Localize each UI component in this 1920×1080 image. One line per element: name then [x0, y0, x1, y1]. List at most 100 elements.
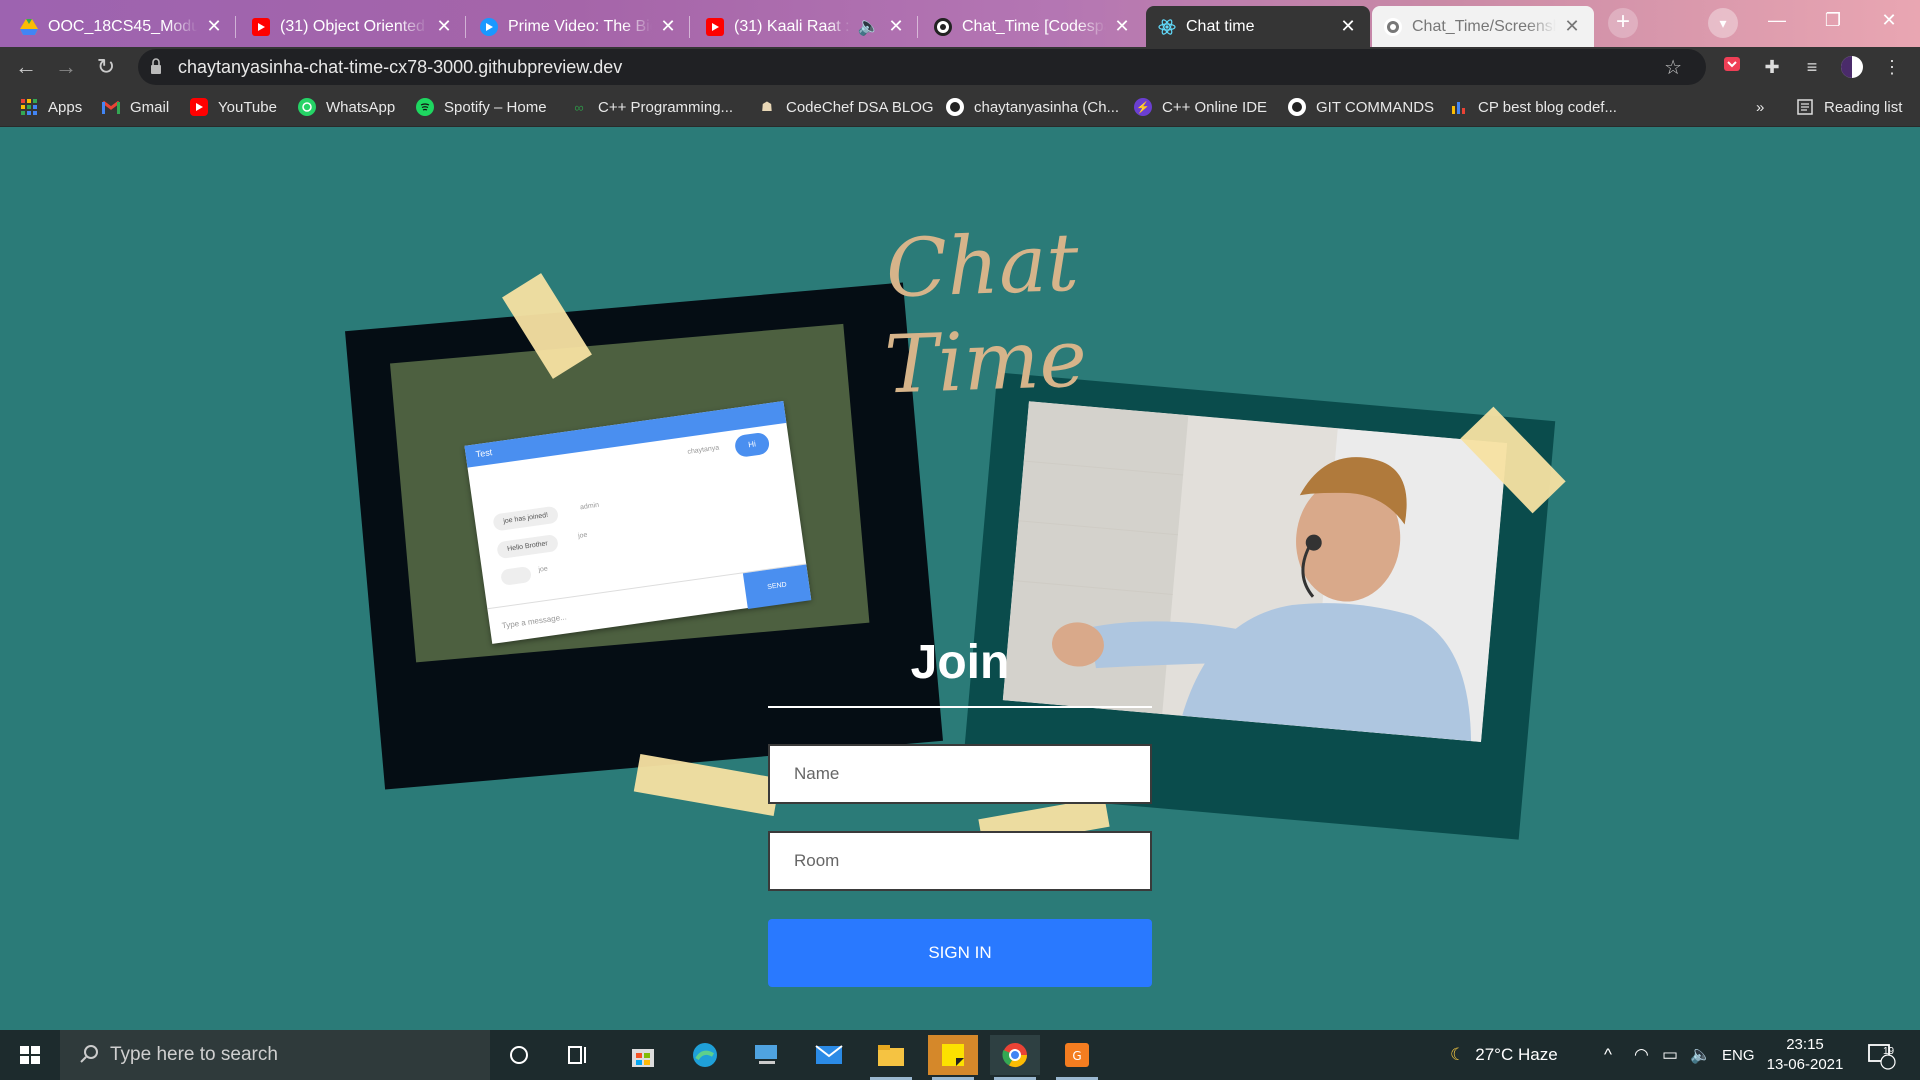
- more-bookmarks-chevron-icon[interactable]: »: [1756, 95, 1764, 119]
- close-icon[interactable]: ✕: [204, 16, 224, 37]
- preview-mat: Test chaytanya Hi joe has joined! admin …: [389, 323, 870, 663]
- chrome-icon[interactable]: [990, 1035, 1040, 1080]
- bookmark-label: C++ Online IDE: [1162, 98, 1268, 116]
- tab-search-icon[interactable]: ▾: [1708, 8, 1738, 38]
- bookmark-label: Spotify – Home: [444, 98, 547, 116]
- name-input[interactable]: [768, 744, 1152, 804]
- bookmark-label: GIT COMMANDS: [1316, 98, 1435, 116]
- notifications-icon[interactable]: 19: [1866, 1030, 1896, 1080]
- bookmark-chaytanyasinha[interactable]: chaytanyasinha (Ch...: [946, 95, 1119, 119]
- close-icon[interactable]: ✕: [434, 16, 454, 37]
- edge-icon[interactable]: [680, 1035, 730, 1075]
- menu-kebab-icon[interactable]: ⋮: [1880, 55, 1904, 79]
- tab-title: Chat_Time/Screensho: [1412, 17, 1556, 35]
- bookmark-whatsapp[interactable]: WhatsApp: [298, 95, 395, 119]
- preview-msg-sender: joe: [537, 565, 549, 574]
- preview-msg-sender: joe: [577, 531, 588, 540]
- back-arrow-icon[interactable]: ←: [10, 51, 42, 83]
- apps-grid-icon: [20, 98, 38, 116]
- restore-icon[interactable]: ❐: [1810, 4, 1856, 36]
- bookmark-star-icon[interactable]: ☆: [1664, 55, 1682, 80]
- bookmark-spotify[interactable]: Spotify – Home: [416, 95, 547, 119]
- minimize-icon[interactable]: —: [1754, 4, 1800, 36]
- github-icon: [1384, 17, 1402, 36]
- network-icon[interactable]: ◠: [1634, 1030, 1649, 1080]
- tab-prime-video[interactable]: Prime Video: The Big I ✕: [468, 6, 690, 47]
- bookmark-youtube[interactable]: YouTube: [190, 95, 277, 119]
- lock-icon[interactable]: [150, 58, 162, 74]
- close-icon[interactable]: ✕: [1338, 16, 1358, 37]
- speaker-icon[interactable]: 🔈: [858, 16, 880, 37]
- volume-icon[interactable]: 🔈: [1690, 1030, 1711, 1080]
- bookmark-label: CodeChef DSA BLOG: [786, 98, 934, 116]
- profile-avatar[interactable]: [1840, 55, 1864, 79]
- taskbar-clock[interactable]: 23:15 13-06-2021: [1760, 1035, 1850, 1075]
- join-divider: [768, 706, 1152, 708]
- preview-compose-bar: Type a message... SEND: [487, 563, 812, 644]
- desktop-app-icon[interactable]: [742, 1035, 792, 1075]
- room-input[interactable]: [768, 831, 1152, 891]
- media-queue-icon[interactable]: ≡: [1800, 55, 1824, 79]
- pocket-icon[interactable]: [1720, 55, 1744, 79]
- task-view-icon[interactable]: [554, 1035, 604, 1075]
- weather-widget[interactable]: ☾ 27°C Haze: [1450, 1030, 1558, 1080]
- tab-chat-time[interactable]: Chat time ✕: [1146, 6, 1370, 47]
- microsoft-store-icon[interactable]: [618, 1035, 668, 1075]
- sticky-notes-icon[interactable]: [928, 1035, 978, 1080]
- extensions-puzzle-icon[interactable]: ✚: [1760, 55, 1784, 79]
- window-close-icon[interactable]: ✕: [1866, 4, 1912, 36]
- forward-arrow-icon[interactable]: →: [50, 51, 82, 83]
- cortana-icon[interactable]: [494, 1035, 544, 1075]
- new-tab-button[interactable]: +: [1608, 8, 1638, 38]
- tab-separator: [235, 16, 236, 38]
- tab-codespaces[interactable]: Chat_Time [Codespac ✕: [922, 6, 1144, 47]
- tab-object-oriented[interactable]: (31) Object Oriented P ✕: [240, 6, 466, 47]
- bookmark-cp-blog[interactable]: CP best blog codef...: [1450, 95, 1617, 119]
- react-icon: [1158, 18, 1176, 36]
- bar-chart-icon: [1450, 98, 1468, 116]
- close-icon[interactable]: ✕: [886, 16, 906, 37]
- preview-msg-sender: admin: [579, 501, 600, 512]
- sign-in-button[interactable]: SIGN IN: [768, 919, 1152, 987]
- bookmark-git-commands[interactable]: GIT COMMANDS: [1288, 95, 1434, 119]
- language-indicator[interactable]: ENG: [1722, 1030, 1755, 1080]
- google-drive-icon: [20, 18, 38, 36]
- tab-title: OOC_18CS45_Module: [48, 17, 198, 35]
- prime-video-icon: [480, 17, 498, 36]
- show-hidden-icons-chevron-icon[interactable]: ^: [1604, 1030, 1612, 1080]
- tab-screenshots[interactable]: Chat_Time/Screensho ✕: [1372, 6, 1594, 47]
- close-icon[interactable]: ✕: [658, 16, 678, 37]
- youtube-icon: [252, 17, 270, 36]
- bookmark-label: Gmail: [130, 98, 170, 116]
- search-placeholder: Type here to search: [110, 1044, 278, 1065]
- close-icon[interactable]: ✕: [1562, 16, 1582, 37]
- svg-text:G: G: [1072, 1049, 1081, 1063]
- tab-separator: [465, 16, 466, 38]
- tape-decoration: [633, 753, 781, 817]
- tab-title: Chat_Time [Codespac: [962, 17, 1106, 35]
- spotify-icon: [416, 98, 434, 116]
- bookmark-apps[interactable]: Apps: [20, 95, 82, 119]
- taskbar-search-box[interactable]: Type here to search: [60, 1030, 490, 1080]
- bookmark-cpp-online-ide[interactable]: ⚡ C++ Online IDE: [1134, 95, 1267, 119]
- address-bar[interactable]: chaytanyasinha-chat-time-cx78-3000.githu…: [138, 49, 1706, 85]
- pdf-app-icon[interactable]: G: [1052, 1035, 1102, 1080]
- bookmark-label: CP best blog codef...: [1478, 98, 1617, 116]
- mail-icon[interactable]: [804, 1035, 854, 1075]
- file-explorer-icon[interactable]: [866, 1035, 916, 1080]
- search-icon: [78, 1043, 100, 1071]
- preview-header-title: Test: [475, 447, 493, 460]
- brand-title: Chat Time: [861, 214, 1108, 414]
- bookmark-gmail[interactable]: Gmail: [102, 95, 169, 119]
- close-icon[interactable]: ✕: [1112, 16, 1132, 37]
- bookmark-codechef[interactable]: ☗ CodeChef DSA BLOG: [758, 95, 934, 119]
- reading-list-button[interactable]: Reading list: [1796, 95, 1902, 119]
- tab-ooc-module[interactable]: OOC_18CS45_Module ✕: [8, 6, 236, 47]
- tab-kaali-raat[interactable]: (31) Kaali Raat : K 🔈 ✕: [694, 6, 918, 47]
- windows-start-icon[interactable]: [0, 1030, 60, 1080]
- page-content: Test chaytanya Hi joe has joined! admin …: [0, 128, 1920, 1030]
- battery-icon[interactable]: ▭: [1662, 1030, 1678, 1080]
- github-icon: [946, 98, 964, 116]
- reload-icon[interactable]: ↻: [90, 51, 122, 83]
- bookmark-cpp-programming[interactable]: ∞ C++ Programming...: [570, 95, 733, 119]
